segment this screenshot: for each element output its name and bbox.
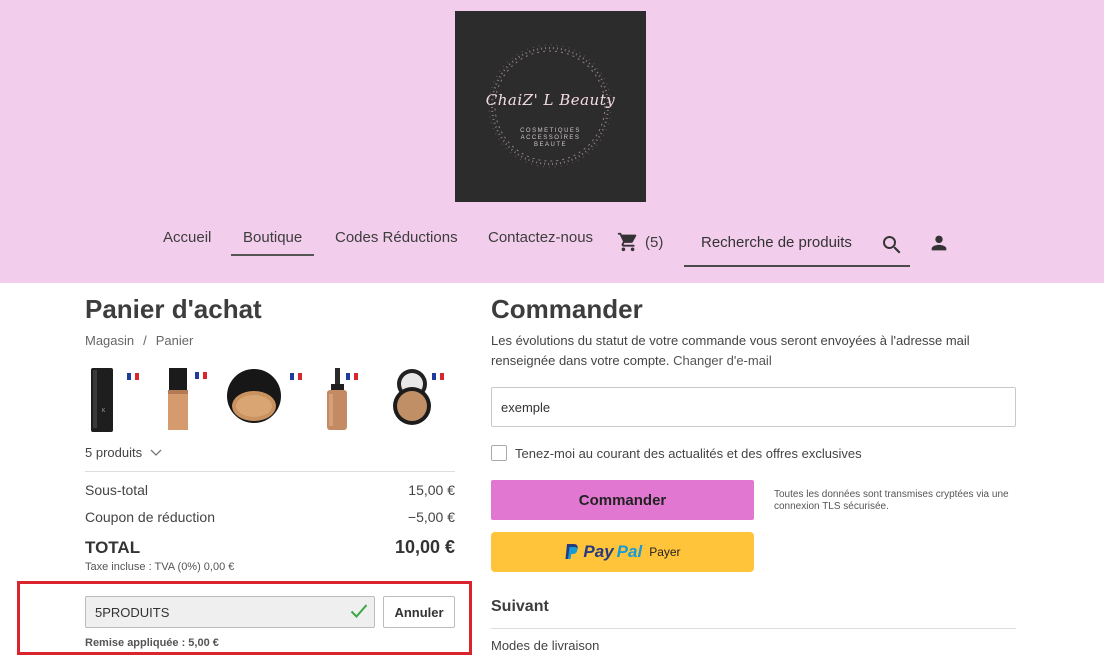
nav-item-boutique[interactable]: Boutique [243,229,302,246]
logo-tagline-2: ACCESSOIRES [520,135,581,141]
total-label: TOTAL [85,538,141,557]
search-bar [684,226,910,267]
product-thumbnail-4[interactable] [310,366,374,434]
divider [85,471,455,472]
brand-logo[interactable]: ChaiZ' L Beauty COSMETIQUES ACCESSOIRES … [455,11,646,202]
checkout-title: Commander [491,294,643,324]
account-icon[interactable] [928,232,950,254]
order-button[interactable]: Commander [491,480,754,520]
french-flag-icon [346,373,358,380]
powder-compact-image [227,369,281,423]
tax-note: Taxe incluse : TVA (0%) 0,00 € [85,561,235,573]
logo-tagline-1: COSMETIQUES [520,128,581,134]
cart-link[interactable]: (5) [617,231,663,253]
french-flag-icon [432,373,444,380]
email-field[interactable] [491,387,1016,427]
breadcrumb-panier: Panier [155,333,194,348]
product-thumbnail-5[interactable] [390,366,454,434]
paypal-word-pal: Pal [616,542,643,561]
cancel-coupon-button[interactable]: Annuler [383,596,455,628]
change-email-link[interactable]: Changer d'e-mail [673,353,772,368]
secure-transmission-note: Toutes les données sont transmises crypt… [774,489,1009,512]
next-section-title: Suivant [491,598,549,615]
product-thumbnail-1[interactable]: K [85,366,149,434]
chevron-down-icon [150,449,162,456]
discount-applied-note: Remise appliquée : 5,00 € [85,637,219,649]
breadcrumb: Magasin / Panier [85,333,193,348]
check-icon [350,604,368,618]
french-flag-icon [195,372,207,379]
products-count-label: 5 produits [85,445,143,460]
product-thumbnail-3[interactable] [224,366,302,434]
paypal-word-pay: Pay [583,542,614,561]
logo-tagline-3: BEAUTE [533,142,567,148]
paypal-payer-label: Payer [649,545,681,559]
products-count-toggle[interactable]: 5 produits [85,445,162,460]
french-flag-icon [290,373,302,380]
coupon-value: −5,00 € [407,509,455,525]
coupon-label: Coupon de réduction [85,509,215,525]
subtotal-value: 15,00 € [408,482,455,498]
foundation-tube-image: K [91,368,113,432]
breadcrumb-magasin[interactable]: Magasin [85,333,134,348]
paypal-logo-icon [565,544,579,559]
search-icon[interactable] [880,233,904,257]
paypal-button[interactable]: Pay Pal Payer [491,532,754,572]
divider [491,628,1016,629]
logo-brand-name: ChaiZ' L Beauty [485,91,616,109]
nav-item-codes-reductions[interactable]: Codes Réductions [335,229,458,246]
french-flag-icon [127,373,139,380]
checkout-info: Les évolutions du statut de votre comman… [491,331,1011,371]
search-input[interactable] [701,234,871,251]
newsletter-checkbox[interactable] [491,445,507,461]
nav-item-accueil[interactable]: Accueil [163,229,211,246]
total-value: 10,00 € [394,537,455,557]
delivery-methods-label[interactable]: Modes de livraison [491,638,599,653]
cart-page-title: Panier d'achat [85,294,262,324]
open-compact-image [393,369,431,425]
subtotal-label: Sous-total [85,482,149,498]
product-thumbnail-2[interactable] [155,366,219,434]
foundation-bottle-image [168,368,188,430]
newsletter-label[interactable]: Tenez-moi au courant des actualités et d… [515,446,862,461]
site-header: ChaiZ' L Beauty COSMETIQUES ACCESSOIRES … [0,0,1104,283]
cart-icon [617,232,637,252]
nav-item-contactez-nous[interactable]: Contactez-nous [488,229,593,246]
cart-count: (5) [645,233,664,251]
serum-dropper-image [327,368,347,430]
nav-active-indicator [231,254,314,256]
breadcrumb-separator: / [143,333,147,348]
coupon-code-input[interactable] [85,596,375,628]
